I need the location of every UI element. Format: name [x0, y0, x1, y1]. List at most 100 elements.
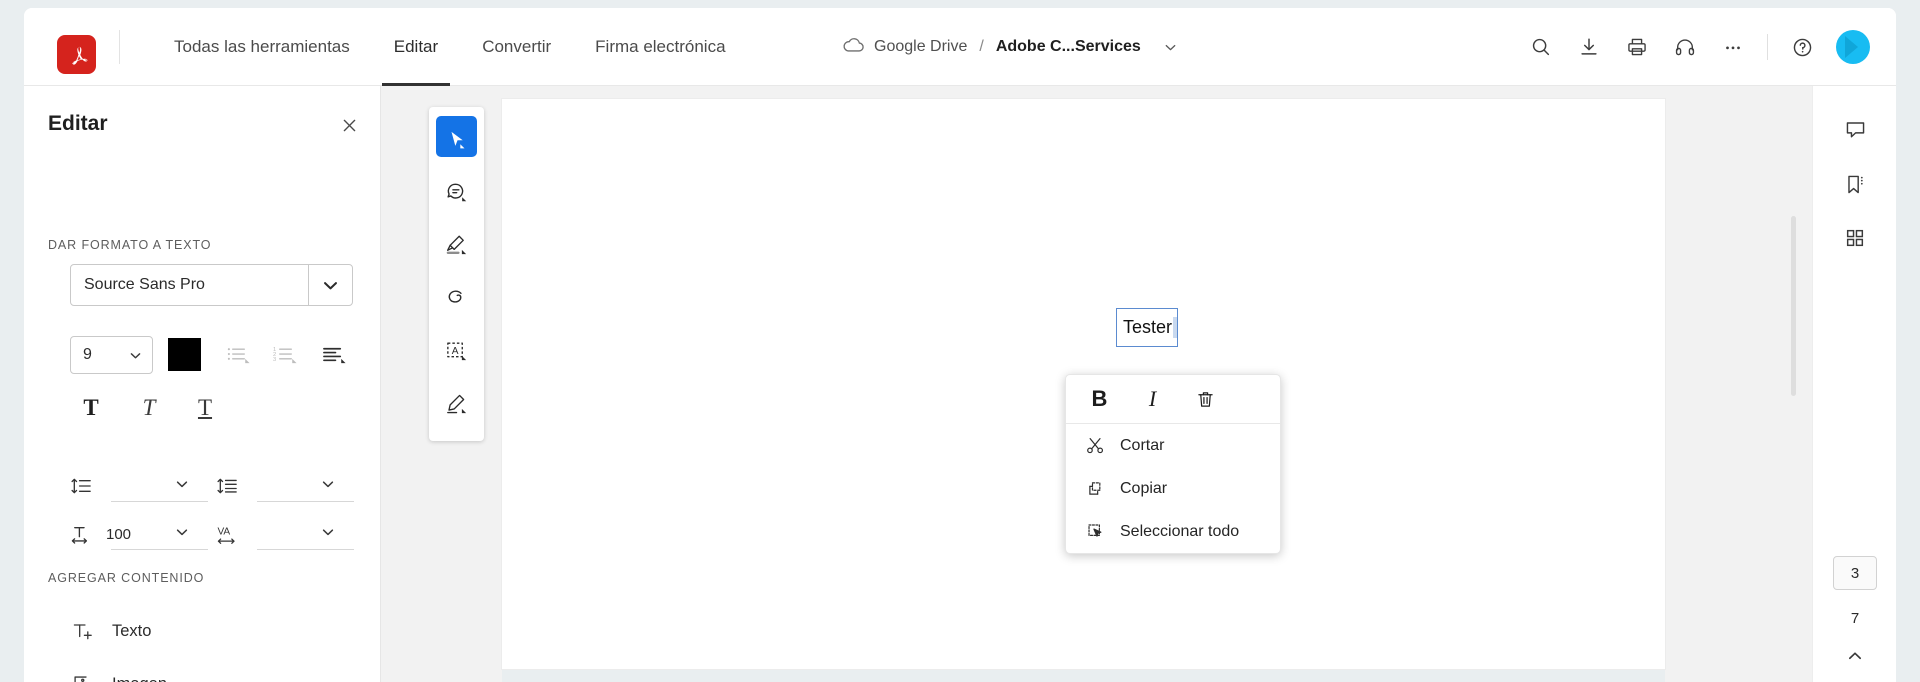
bookmark-panel-icon[interactable] [1833, 162, 1877, 206]
horizontal-scale-icon [70, 524, 102, 544]
tab-label: Todas las herramientas [174, 37, 350, 56]
text-field-value: Tester [1123, 317, 1173, 337]
cloud-icon [842, 37, 865, 58]
line-spacing-icon [70, 476, 102, 496]
copy-item[interactable]: Copiar [1066, 467, 1280, 510]
tab-todas-las-herramientas[interactable]: Todas las herramientas [152, 8, 372, 86]
tab-convertir[interactable]: Convertir [460, 8, 573, 86]
breadcrumb-file-name[interactable]: Adobe C...Services [996, 38, 1141, 56]
cut-label: Cortar [1120, 436, 1165, 454]
font-family-value: Source Sans Pro [84, 276, 205, 293]
text-field-tester[interactable]: Tester [1116, 308, 1178, 347]
breadcrumb-storage-label: Google Drive [874, 38, 968, 55]
chevron-down-icon [308, 265, 352, 305]
align-left-icon[interactable] [316, 338, 352, 371]
sign-tool[interactable] [429, 378, 484, 431]
edit-panel: Editar DAR FORMATO A TEXTO Source Sans P… [24, 86, 381, 682]
chevron-down-icon [118, 337, 152, 373]
font-size-select[interactable]: 9 [70, 336, 153, 374]
acrobat-window: Todas las herramientas Editar Convertir … [24, 8, 1896, 682]
bold-button[interactable]: T [71, 390, 111, 426]
adobe-acrobat-logo-icon[interactable] [57, 35, 96, 74]
select-all-icon [1084, 522, 1106, 541]
vertical-scrollbar[interactable] [1791, 216, 1796, 396]
tab-label: Editar [393, 37, 439, 56]
chevron-down-icon[interactable] [1163, 40, 1178, 55]
trash-icon[interactable] [1182, 379, 1229, 419]
copy-icon [1084, 479, 1106, 498]
cut-item[interactable]: Cortar [1066, 424, 1280, 467]
headphones-icon[interactable] [1661, 23, 1709, 71]
numbered-list-icon[interactable]: 1 2 3 [267, 338, 303, 371]
highlight-tool[interactable] [429, 219, 484, 272]
select-all-item[interactable]: Seleccionar todo [1066, 510, 1280, 553]
comment-tool[interactable] [429, 166, 484, 219]
tab-editar[interactable]: Editar [372, 8, 460, 86]
svg-text:3: 3 [273, 356, 276, 362]
page-number-input[interactable]: 3 [1833, 556, 1877, 590]
more-icon[interactable] [1709, 23, 1757, 71]
annotation-toolstrip: A [429, 107, 484, 441]
font-family-select[interactable]: Source Sans Pro [70, 264, 353, 306]
bold-button[interactable]: B [1076, 379, 1123, 419]
breadcrumb-storage[interactable]: Google Drive [842, 37, 967, 58]
avatar[interactable] [1836, 30, 1870, 64]
svg-text:A: A [452, 346, 459, 357]
italic-button[interactable]: I [1129, 379, 1176, 419]
add-text-item[interactable]: Texto [70, 611, 151, 651]
panel-title: Editar [48, 112, 108, 135]
search-icon[interactable] [1517, 23, 1565, 71]
section-label-format: DAR FORMATO A TEXTO [48, 238, 212, 252]
breadcrumb-separator: / [979, 38, 984, 55]
header-divider [119, 30, 120, 64]
context-menu: B I Cortar Copiar Seleccionar todo [1065, 374, 1281, 554]
header-actions [1517, 8, 1870, 86]
print-icon[interactable] [1613, 23, 1661, 71]
italic-button[interactable]: T [129, 390, 169, 426]
comment-panel-icon[interactable] [1833, 108, 1877, 152]
text-caret [1173, 317, 1177, 338]
page-gap [502, 670, 1665, 682]
text-field-tool[interactable]: A [429, 325, 484, 378]
right-rail: 3 7 [1812, 86, 1896, 682]
app-header: Todas las herramientas Editar Convertir … [24, 8, 1896, 86]
horizontal-scale-value: 100 [106, 525, 132, 543]
letter-spacing-underline [257, 549, 354, 550]
main-tabs: Todas las herramientas Editar Convertir … [152, 8, 748, 86]
add-image-icon [70, 674, 96, 682]
add-image-item[interactable]: Imagen [70, 664, 167, 682]
chevron-up-icon[interactable] [1833, 642, 1877, 670]
scissors-icon [1084, 436, 1106, 455]
document-canvas[interactable]: Tester B I Cortar Copiar Seleccionar tod… [381, 86, 1896, 682]
paragraph-spacing-underline [257, 501, 354, 502]
text-color-swatch[interactable] [168, 338, 201, 371]
erase-tool[interactable] [429, 272, 484, 325]
svg-text:VA: VA [217, 526, 230, 537]
copy-label: Copiar [1120, 479, 1168, 497]
tab-label: Firma electrónica [595, 37, 726, 56]
chevron-down-icon[interactable] [174, 524, 190, 540]
breadcrumb: Google Drive / Adobe C...Services [842, 8, 1178, 86]
tab-label: Convertir [482, 37, 552, 56]
letter-spacing-icon: VA [216, 524, 248, 545]
horizontal-scale-underline [111, 549, 208, 550]
chevron-down-icon[interactable] [320, 524, 336, 540]
help-icon[interactable] [1778, 23, 1826, 71]
select-tool[interactable] [429, 113, 484, 166]
font-size-value: 9 [83, 346, 92, 363]
add-image-label: Imagen [112, 675, 167, 682]
download-icon[interactable] [1565, 23, 1613, 71]
add-text-icon [70, 621, 96, 642]
chevron-down-icon[interactable] [320, 476, 336, 492]
underline-button[interactable]: T [185, 390, 225, 426]
paragraph-spacing-icon [216, 476, 248, 496]
tab-firma-electronica[interactable]: Firma electrónica [573, 8, 747, 86]
actions-divider [1767, 34, 1768, 60]
bulleted-list-icon[interactable] [220, 338, 256, 371]
thumbnails-panel-icon[interactable] [1833, 216, 1877, 260]
page-total-label: 7 [1850, 609, 1860, 627]
add-text-label: Texto [112, 621, 152, 640]
section-label-content: AGREGAR CONTENIDO [48, 571, 205, 585]
chevron-down-icon[interactable] [174, 476, 190, 492]
close-icon[interactable] [336, 112, 362, 138]
